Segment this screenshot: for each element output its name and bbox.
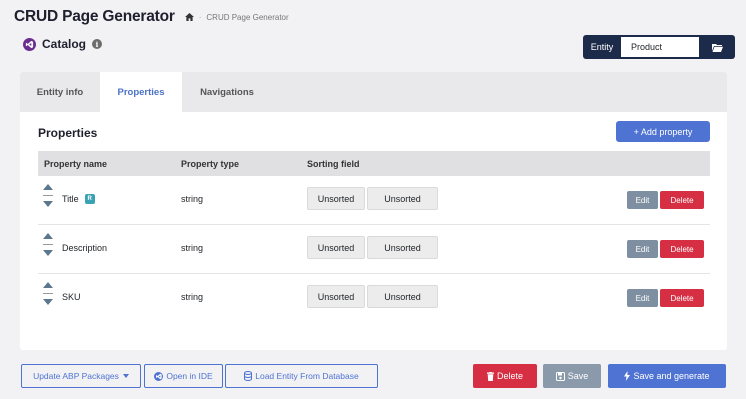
breadcrumb: · CRUD Page Generator bbox=[184, 12, 289, 22]
catalog-title: Catalog bbox=[42, 37, 87, 51]
move-down-icon[interactable] bbox=[43, 299, 53, 305]
move-down-icon[interactable] bbox=[43, 250, 53, 256]
properties-title: Properties bbox=[38, 126, 98, 140]
tab-navigations[interactable]: Navigations bbox=[182, 72, 272, 112]
delete-button[interactable]: Delete bbox=[473, 364, 537, 388]
breadcrumb-current: CRUD Page Generator bbox=[206, 12, 289, 22]
save-button[interactable]: Save bbox=[543, 364, 601, 388]
edit-button[interactable]: Edit bbox=[627, 191, 658, 209]
breadcrumb-separator: · bbox=[198, 12, 202, 22]
open-in-ide-button[interactable]: Open in IDE bbox=[144, 364, 223, 388]
catalog-heading: Catalog i bbox=[23, 37, 103, 51]
tab-bar: Entity info Properties Navigations bbox=[20, 72, 727, 112]
save-icon bbox=[555, 371, 565, 381]
visual-studio-icon bbox=[23, 37, 36, 51]
move-down-icon[interactable] bbox=[43, 201, 53, 207]
sorting-select-1[interactable]: Unsorted bbox=[307, 236, 365, 259]
reorder-handle[interactable] bbox=[43, 184, 53, 207]
divider bbox=[43, 244, 53, 245]
delete-row-button[interactable]: Delete bbox=[660, 289, 704, 307]
reorder-handle[interactable] bbox=[43, 282, 53, 305]
property-name-text: Description bbox=[62, 243, 108, 253]
sorting-select-1[interactable]: Unsorted bbox=[307, 285, 365, 308]
update-abp-label: Update ABP Packages bbox=[33, 371, 119, 381]
properties-card: Entity info Properties Navigations Prope… bbox=[20, 72, 727, 350]
column-property-name: Property name bbox=[44, 158, 108, 169]
delete-row-button[interactable]: Delete bbox=[660, 191, 704, 209]
save-and-generate-label: Save and generate bbox=[633, 371, 710, 381]
table-header: Property name Property type Sorting fiel… bbox=[38, 151, 710, 176]
divider bbox=[43, 293, 53, 294]
property-name-text: SKU bbox=[62, 292, 81, 302]
property-name: Title R bbox=[62, 194, 95, 204]
tab-properties[interactable]: Properties bbox=[100, 72, 182, 112]
update-abp-packages-button[interactable]: Update ABP Packages bbox=[21, 364, 141, 388]
property-name: SKU bbox=[62, 292, 81, 302]
table-row: SKU string Unsorted Unsorted Edit Delete bbox=[38, 274, 710, 323]
divider bbox=[43, 195, 53, 196]
save-and-generate-button[interactable]: Save and generate bbox=[608, 364, 726, 388]
column-property-type: Property type bbox=[181, 158, 240, 169]
load-entity-button[interactable]: Load Entity From Database bbox=[225, 364, 378, 388]
entity-label: Entity bbox=[590, 42, 614, 52]
info-icon[interactable]: i bbox=[92, 39, 103, 49]
column-sorting-field: Sorting field bbox=[307, 158, 360, 169]
entity-input[interactable] bbox=[621, 37, 699, 57]
load-entity-label: Load Entity From Database bbox=[255, 371, 359, 381]
tab-entity-info[interactable]: Entity info bbox=[20, 72, 100, 112]
trash-icon bbox=[486, 371, 494, 381]
entity-selector: Entity bbox=[583, 35, 735, 59]
property-type: string bbox=[181, 194, 204, 204]
delete-label: Delete bbox=[496, 371, 523, 381]
required-badge: R bbox=[84, 194, 95, 204]
add-property-button[interactable]: + Add property bbox=[616, 121, 710, 142]
folder-icon bbox=[711, 43, 723, 52]
bolt-icon bbox=[624, 371, 631, 381]
property-name: Description bbox=[62, 243, 107, 253]
footer-actions: Update ABP Packages Open in IDE Load Ent… bbox=[0, 364, 746, 388]
sorting-select-2[interactable]: Unsorted bbox=[367, 187, 438, 210]
move-up-icon[interactable] bbox=[43, 282, 53, 288]
home-icon[interactable] bbox=[184, 13, 194, 21]
move-up-icon[interactable] bbox=[43, 233, 53, 239]
edit-button[interactable]: Edit bbox=[627, 240, 658, 258]
properties-table: Property name Property type Sorting fiel… bbox=[38, 151, 710, 350]
table-row: Title R string Unsorted Unsorted Edit De… bbox=[38, 176, 710, 225]
database-icon bbox=[244, 371, 253, 381]
property-type: string bbox=[181, 243, 204, 253]
visual-studio-icon bbox=[154, 371, 164, 381]
page-header: CRUD Page Generator · CRUD Page Generato… bbox=[14, 8, 289, 26]
open-in-ide-label: Open in IDE bbox=[166, 371, 213, 381]
app-title: CRUD Page Generator bbox=[14, 8, 175, 25]
reorder-handle[interactable] bbox=[43, 233, 53, 256]
edit-button[interactable]: Edit bbox=[627, 289, 658, 307]
caret-down-icon bbox=[122, 374, 129, 378]
folder-open-button[interactable] bbox=[699, 43, 735, 52]
property-name-text: Title bbox=[62, 194, 79, 204]
table-row: Description string Unsorted Unsorted Edi… bbox=[38, 225, 710, 274]
sorting-select-2[interactable]: Unsorted bbox=[367, 236, 438, 259]
move-up-icon[interactable] bbox=[43, 184, 53, 190]
sorting-select-2[interactable]: Unsorted bbox=[367, 285, 438, 308]
delete-row-button[interactable]: Delete bbox=[660, 240, 704, 258]
property-type: string bbox=[181, 292, 204, 302]
save-label: Save bbox=[567, 371, 589, 381]
sorting-select-1[interactable]: Unsorted bbox=[307, 187, 365, 210]
